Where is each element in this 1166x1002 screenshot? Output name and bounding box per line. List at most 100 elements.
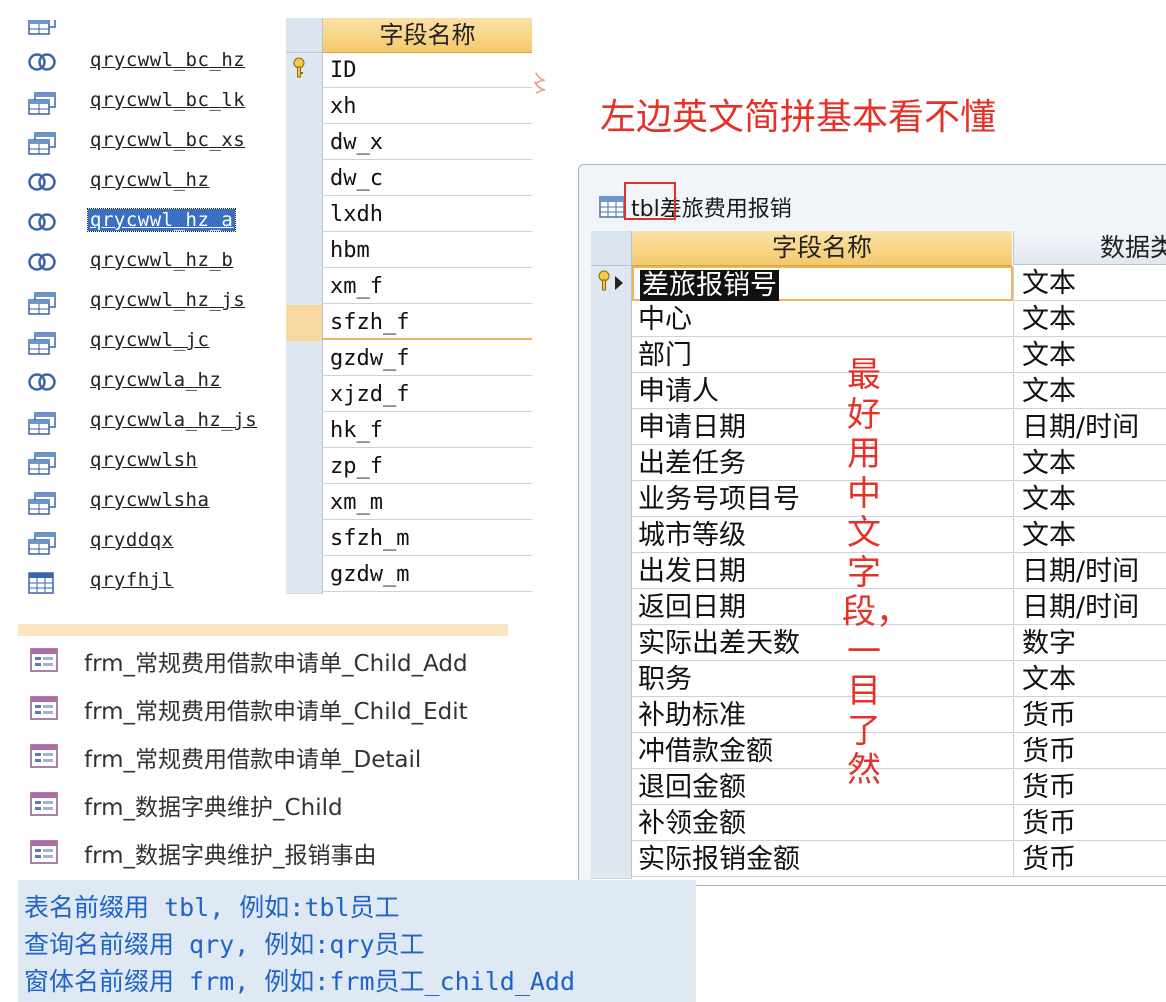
- query-item[interactable]: qrycwwl_bc_hz: [18, 42, 284, 82]
- grid-select-all-corner[interactable]: [286, 18, 323, 53]
- field-name-cell[interactable]: ID: [323, 53, 532, 88]
- field-name-cell[interactable]: lxdh: [323, 197, 532, 232]
- field-row[interactable]: sfzh_m: [286, 521, 532, 558]
- data-type-cell[interactable]: 货币: [1013, 698, 1166, 733]
- field-name-cell[interactable]: 差旅报销号: [632, 266, 1013, 301]
- form-item[interactable]: frm_数据字典维护_报销事由: [30, 828, 550, 876]
- row-selector[interactable]: [286, 449, 323, 486]
- query-item[interactable]: qrycwwl_hz_js: [18, 282, 284, 322]
- query-item[interactable]: qrycwwlsha: [18, 482, 284, 522]
- field-row[interactable]: lxdh: [286, 197, 532, 234]
- data-type-cell[interactable]: 文本: [1013, 482, 1166, 517]
- data-type-column-header[interactable]: 数据类: [1013, 231, 1166, 265]
- field-name-cell[interactable]: 返回日期: [632, 590, 1013, 625]
- field-row[interactable]: hk_f: [286, 413, 532, 450]
- row-selector[interactable]: [591, 662, 632, 699]
- row-selector[interactable]: [591, 338, 632, 375]
- query-item[interactable]: qrycwwl_bc_lk: [18, 82, 284, 122]
- row-selector[interactable]: [286, 305, 323, 342]
- data-type-cell[interactable]: 数字: [1013, 626, 1166, 661]
- field-name-cell[interactable]: 申请日期: [632, 410, 1013, 445]
- data-type-cell[interactable]: 货币: [1013, 842, 1166, 877]
- table-field-row[interactable]: 实际报销金额 货币: [591, 842, 1166, 879]
- grid-select-all-corner[interactable]: [591, 231, 632, 266]
- field-name-cell[interactable]: dw_c: [323, 161, 532, 196]
- field-name-cell[interactable]: 申请人: [632, 374, 1013, 409]
- field-name-cell[interactable]: 实际报销金额: [632, 842, 1013, 877]
- row-selector[interactable]: [286, 233, 323, 270]
- row-selector[interactable]: [591, 518, 632, 555]
- row-selector[interactable]: [286, 161, 323, 198]
- row-selector[interactable]: [591, 266, 632, 303]
- row-selector[interactable]: [591, 554, 632, 591]
- row-selector[interactable]: [591, 374, 632, 411]
- field-name-cell[interactable]: 冲借款金额: [632, 734, 1013, 769]
- field-name-cell[interactable]: 业务号项目号: [632, 482, 1013, 517]
- data-type-cell[interactable]: 货币: [1013, 770, 1166, 805]
- row-selector[interactable]: [591, 410, 632, 447]
- data-type-cell[interactable]: 货币: [1013, 734, 1166, 769]
- field-name-cell[interactable]: sfzh_f: [323, 305, 532, 340]
- field-row[interactable]: gzdw_m: [286, 557, 532, 594]
- field-name-cell[interactable]: gzdw_m: [323, 557, 532, 592]
- table-field-row[interactable]: 补领金额 货币: [591, 806, 1166, 843]
- row-selector[interactable]: [286, 125, 323, 162]
- row-selector[interactable]: [591, 626, 632, 663]
- row-selector[interactable]: [286, 269, 323, 306]
- row-selector[interactable]: [591, 806, 632, 843]
- data-type-cell[interactable]: 文本: [1013, 302, 1166, 337]
- row-selector[interactable]: [286, 89, 323, 126]
- field-name-column-header[interactable]: 字段名称: [632, 231, 1012, 266]
- field-name-cell[interactable]: gzdw_f: [323, 341, 532, 376]
- field-row[interactable]: sfzh_f: [286, 305, 532, 342]
- data-type-cell[interactable]: 文本: [1013, 266, 1166, 301]
- query-item-partial[interactable]: [18, 20, 284, 42]
- data-type-cell[interactable]: 文本: [1013, 374, 1166, 409]
- field-row[interactable]: ID: [286, 53, 532, 90]
- field-name-cell[interactable]: 补助标准: [632, 698, 1013, 733]
- field-name-cell[interactable]: xm_m: [323, 485, 532, 520]
- data-type-cell[interactable]: 文本: [1013, 338, 1166, 373]
- field-row[interactable]: zp_f: [286, 449, 532, 486]
- field-name-cell[interactable]: 出差任务: [632, 446, 1013, 481]
- query-item[interactable]: qrycwwl_bc_xs: [18, 122, 284, 162]
- query-item[interactable]: qrycwwlsh: [18, 442, 284, 482]
- query-item[interactable]: qrycwwla_hz_js: [18, 402, 284, 442]
- data-type-cell[interactable]: 日期/时间: [1013, 554, 1166, 589]
- query-item[interactable]: qrycwwl_jc: [18, 322, 284, 362]
- form-item[interactable]: frm_常规费用借款申请单_Child_Add: [30, 636, 550, 684]
- field-name-cell[interactable]: 部门: [632, 338, 1013, 373]
- data-type-cell[interactable]: 日期/时间: [1013, 410, 1166, 445]
- data-type-cell[interactable]: 日期/时间: [1013, 590, 1166, 625]
- form-item[interactable]: frm_常规费用借款申请单_Detail: [30, 732, 550, 780]
- row-selector[interactable]: [591, 770, 632, 807]
- row-selector[interactable]: [591, 590, 632, 627]
- query-item[interactable]: qrycwwl_hz_b: [18, 242, 284, 282]
- form-item[interactable]: frm_数据字典维护_Child: [30, 780, 550, 828]
- form-item[interactable]: frm_常规费用借款申请单_Child_Edit: [30, 684, 550, 732]
- row-selector[interactable]: [286, 377, 323, 414]
- field-name-cell[interactable]: 退回金额: [632, 770, 1013, 805]
- row-selector[interactable]: [286, 413, 323, 450]
- field-name-cell[interactable]: 出发日期: [632, 554, 1013, 589]
- row-selector[interactable]: [591, 698, 632, 735]
- field-row[interactable]: gzdw_f: [286, 341, 532, 378]
- data-type-cell[interactable]: 文本: [1013, 662, 1166, 697]
- field-name-cell[interactable]: hbm: [323, 233, 532, 268]
- field-name-cell[interactable]: zp_f: [323, 449, 532, 484]
- field-row[interactable]: xm_f: [286, 269, 532, 306]
- field-name-cell[interactable]: 职务: [632, 662, 1013, 697]
- row-selector[interactable]: [591, 446, 632, 483]
- row-selector[interactable]: [286, 197, 323, 234]
- field-row[interactable]: dw_c: [286, 161, 532, 198]
- query-item[interactable]: qrycwwl_hz_a: [18, 202, 284, 242]
- query-item[interactable]: qryfhjl: [18, 562, 284, 595]
- field-name-cell[interactable]: xjzd_f: [323, 377, 532, 412]
- row-selector[interactable]: [591, 302, 632, 339]
- data-type-cell[interactable]: 文本: [1013, 518, 1166, 553]
- field-row[interactable]: hbm: [286, 233, 532, 270]
- query-item[interactable]: qryddqx: [18, 522, 284, 562]
- row-selector[interactable]: [591, 842, 632, 879]
- field-name-cell[interactable]: dw_x: [323, 125, 532, 160]
- field-name-cell[interactable]: sfzh_m: [323, 521, 532, 556]
